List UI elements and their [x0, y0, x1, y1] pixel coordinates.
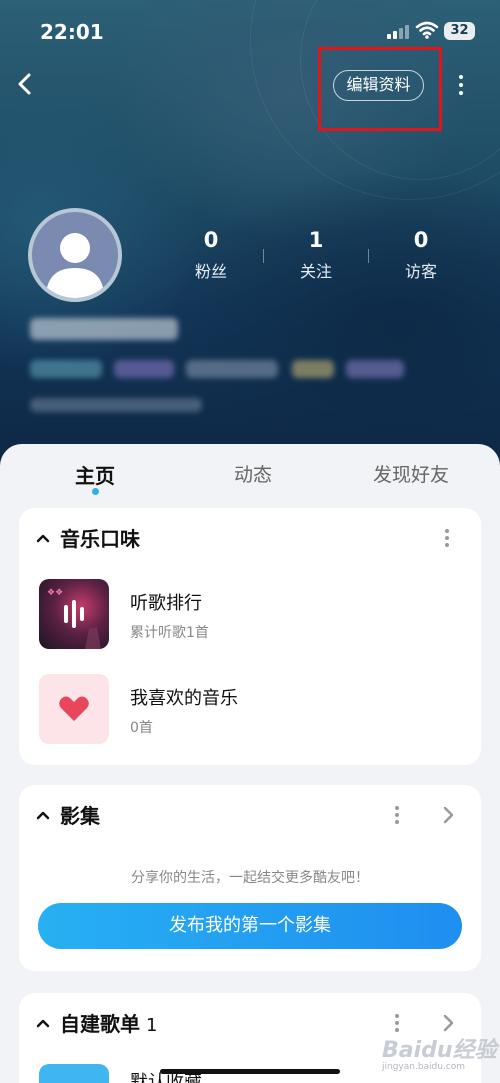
liked-music-title: 我喜欢的音乐	[130, 688, 238, 709]
stat-following-value: 1	[308, 228, 324, 252]
card-more-button[interactable]	[436, 524, 458, 552]
back-button[interactable]	[8, 66, 42, 102]
stat-visitors[interactable]: 0 访客	[386, 226, 456, 282]
music-taste-card: 音乐口味 ❖❖ 听歌排行 累计听歌1首 我喜欢的音乐 0首	[19, 508, 481, 765]
music-taste-title: 音乐口味	[60, 527, 140, 551]
tab-activity[interactable]: 动态	[234, 460, 272, 487]
ranking-title: 听歌排行	[130, 593, 202, 614]
badge-blurred	[292, 360, 334, 378]
baidu-watermark: Baidu经验 jingyan.baidu.com	[382, 1022, 500, 1074]
playlists-title-text: 自建歌单	[60, 1012, 140, 1036]
ranking-subtitle: 累计听歌1首	[130, 625, 209, 641]
chevron-up-icon[interactable]	[33, 1013, 53, 1033]
signal-icon	[387, 23, 411, 39]
stat-divider	[368, 249, 369, 263]
card-more-button[interactable]	[386, 801, 408, 829]
liked-music-subtitle: 0首	[130, 720, 153, 736]
default-user-icon	[46, 233, 104, 298]
chevron-right-icon[interactable]	[437, 803, 459, 827]
info-blurred	[30, 398, 202, 412]
status-time: 22:01	[40, 20, 104, 44]
stat-followers[interactable]: 0 粉丝	[176, 226, 246, 282]
stat-divider	[263, 249, 264, 263]
svg-text:❖❖: ❖❖	[47, 588, 63, 598]
tab-active-indicator	[92, 488, 99, 495]
card-header: 音乐口味	[19, 508, 481, 568]
home-indicator[interactable]	[160, 1069, 340, 1074]
badge-blurred	[346, 360, 404, 378]
playlists-title: 自建歌单 1	[60, 1008, 157, 1037]
list-item-liked-music[interactable]: 我喜欢的音乐 0首	[19, 674, 481, 746]
watermark-subtext: jingyan.baidu.com	[382, 1062, 466, 1072]
dot	[459, 91, 463, 95]
chevron-left-icon	[18, 73, 31, 95]
username-blurred	[30, 318, 178, 340]
profile-content-sheet: 主页 动态 发现好友 音乐口味 ❖❖ 听歌排行 累计听歌1首 我喜欢的音乐 0首…	[0, 444, 500, 1083]
liked-music-cover	[39, 674, 109, 744]
stat-following[interactable]: 1 关注	[281, 226, 351, 282]
watermark-text: Baidu经验	[382, 1038, 497, 1063]
badge-blurred	[114, 360, 174, 378]
album-card: 影集 分享你的生活，一起结交更多酷友吧！ 发布我的第一个影集	[19, 785, 481, 971]
more-options-button[interactable]	[448, 68, 474, 102]
playlists-count: 1	[146, 1015, 158, 1036]
stat-visitors-label: 访客	[404, 262, 437, 281]
stat-followers-label: 粉丝	[194, 262, 227, 281]
publish-first-album-button[interactable]: 发布我的第一个影集	[38, 903, 462, 949]
tab-home[interactable]: 主页	[75, 460, 115, 489]
badge-blurred	[186, 360, 278, 378]
avatar[interactable]	[28, 208, 122, 302]
battery-indicator: 32	[444, 22, 475, 40]
album-title: 影集	[60, 804, 100, 828]
chevron-up-icon[interactable]	[33, 528, 53, 548]
stat-following-label: 关注	[299, 262, 332, 281]
stat-visitors-value: 0	[413, 228, 429, 252]
badge-blurred	[30, 360, 102, 378]
dot	[459, 75, 463, 79]
card-header: 影集	[19, 785, 481, 845]
profile-tabs: 主页 动态 发现好友	[0, 444, 500, 504]
list-item-listening-ranking[interactable]: ❖❖ 听歌排行 累计听歌1首	[19, 579, 481, 651]
profile-header: 22:01 32 编辑资料 0 粉丝 1 关注 0 访客	[0, 0, 500, 470]
chevron-up-icon[interactable]	[33, 805, 53, 825]
heart-icon	[59, 696, 89, 721]
playlist-cover	[39, 1064, 109, 1083]
album-share-prompt: 分享你的生活，一起结交更多酷友吧！	[131, 870, 369, 886]
wifi-icon	[415, 21, 439, 39]
album-cover: ❖❖	[39, 579, 109, 649]
tab-discover-friends[interactable]: 发现好友	[373, 460, 449, 487]
sound-bars-icon: ❖❖	[47, 588, 101, 649]
dot	[459, 83, 463, 87]
stat-followers-value: 0	[203, 228, 219, 252]
annotation-highlight-box	[318, 47, 442, 131]
